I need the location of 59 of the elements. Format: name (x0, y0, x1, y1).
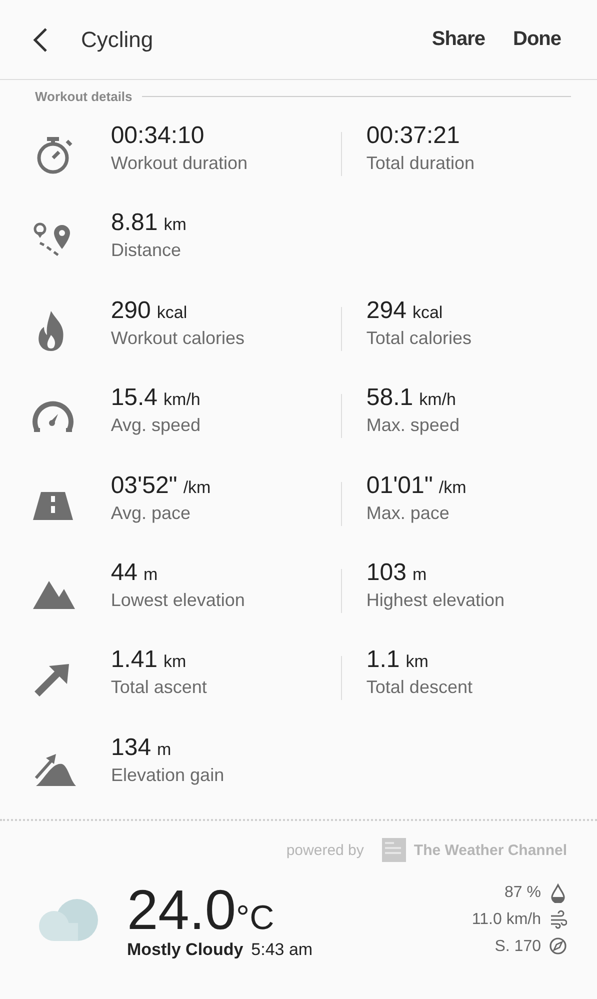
metric-label: Total duration (366, 153, 476, 174)
section-title: Workout details (35, 89, 132, 104)
metric-label: Avg. speed (110, 415, 202, 436)
metric-label: Avg. pace (110, 502, 192, 524)
weather-detail: 87 % (504, 884, 541, 902)
metric-value: 8.81 (111, 209, 158, 238)
metric-label: Max. pace (366, 502, 450, 524)
cloud-icon (37, 899, 99, 942)
powered-by-text: powered by (286, 842, 364, 859)
metric-label: Distance (111, 240, 182, 262)
metric-value: 1.1 (366, 646, 400, 674)
action-button[interactable]: Done (511, 24, 563, 55)
metric-value: 03'52" (110, 472, 178, 500)
action-button[interactable]: Share (430, 24, 487, 55)
page-title: Cycling (81, 26, 154, 52)
metric-label: Total calories (366, 328, 472, 349)
metric-label: Workout calories (110, 328, 246, 349)
back-icon[interactable] (32, 26, 48, 52)
temperature: 24.0 (127, 880, 236, 940)
metric-value: 1.41 (110, 646, 158, 674)
metric-unit: km/h (419, 390, 456, 410)
metric-value: 134 (111, 734, 152, 762)
metric-unit: /km (183, 478, 211, 498)
metric-unit: /km (438, 478, 466, 498)
weather-detail: S. 170 (494, 938, 541, 956)
metric-unit: km/h (164, 390, 200, 410)
metric-label: Lowest elevation (110, 590, 246, 611)
temperature-unit: °C (236, 899, 274, 938)
compass-icon (549, 937, 567, 958)
observation-time: 5:43 am (251, 940, 313, 960)
metric-value: 294 (366, 296, 406, 325)
wind-icon (549, 910, 567, 930)
metric-label: Max. speed (366, 415, 460, 436)
metric-value: 00:34:10 (110, 122, 204, 150)
metric-value: 15.4 (110, 384, 158, 412)
drop-icon (549, 883, 567, 904)
logo-icon (382, 838, 406, 862)
metric-label: Elevation gain (111, 764, 226, 786)
metric-value: 103 (366, 558, 406, 587)
weather-detail: 11.0 km/h (472, 911, 541, 930)
metric-label: Total descent (366, 677, 474, 698)
metric-label: Total ascent (110, 677, 208, 698)
metric-value: 44 (110, 558, 138, 587)
metric-label: Highest elevation (366, 590, 506, 611)
metric-unit: km (164, 215, 186, 236)
metric-unit: m (144, 564, 158, 585)
metric-unit: km (406, 652, 428, 672)
metric-unit: kcal (156, 302, 188, 323)
metric-unit: kcal (412, 302, 443, 323)
provider-name: The Weather Channel (414, 842, 567, 859)
metric-label: Workout duration (110, 153, 249, 174)
metric-value: 290 (110, 296, 151, 325)
metric-unit: m (157, 740, 172, 760)
metric-unit: km (164, 652, 186, 672)
metric-value: 58.1 (366, 384, 414, 412)
weather-condition: Mostly Cloudy (127, 940, 244, 960)
metric-unit: m (412, 564, 427, 585)
metric-value: 01'01" (366, 472, 433, 500)
metric-value: 00:37:21 (366, 122, 460, 150)
